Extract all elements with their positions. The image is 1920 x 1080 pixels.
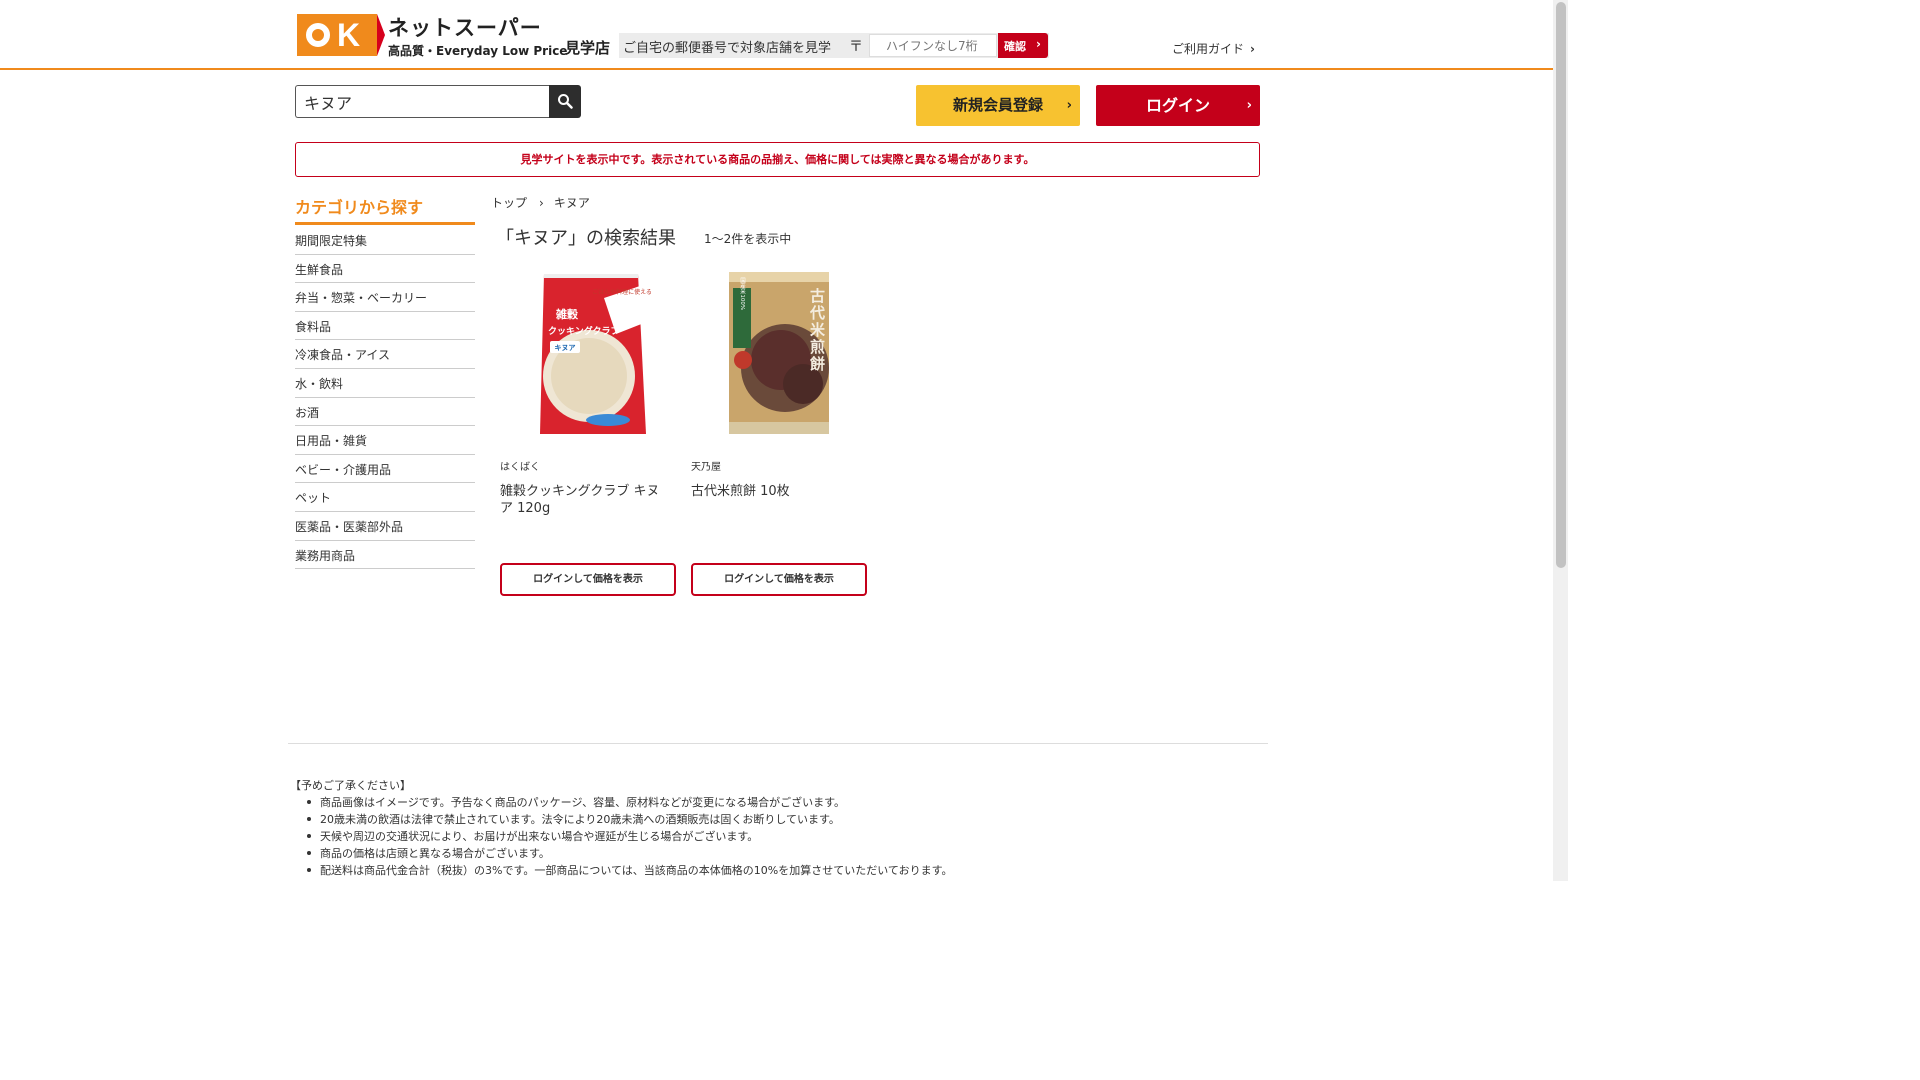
footer-note: 20歳未満の飲酒は法律で禁止されています。法令により20歳未満への酒類販売は固く… (307, 811, 953, 828)
footer-heading: 【予めご了承ください】 (290, 779, 411, 792)
register-button[interactable]: 新規会員登録 › (916, 85, 1080, 126)
footer-note: 商品の価格は店頭と異なる場合がございます。 (307, 845, 953, 862)
scrollbar-thumb[interactable] (1556, 2, 1566, 568)
category-item[interactable]: 期間限定特集 (295, 226, 475, 255)
category-list: 期間限定特集 生鮮食品 弁当・惣菜・ベーカリー 食料品 冷凍食品・アイス 水・飲… (295, 226, 475, 570)
search-input[interactable] (295, 85, 550, 118)
zip-confirm-button[interactable]: 確認 › (998, 33, 1048, 58)
category-item[interactable]: 冷凍食品・アイス (295, 340, 475, 369)
store-label: 見学店 (565, 39, 611, 57)
zip-prompt: ご自宅の郵便番号で対象店舗を見学 (623, 41, 832, 56)
guide-link[interactable]: ご利用ガイド › (1172, 40, 1255, 57)
footer-note: 商品画像はイメージです。予告なく商品のパッケージ、容量、原材料などが変更になる場… (307, 794, 953, 811)
category-item[interactable]: 弁当・惣菜・ベーカリー (295, 283, 475, 312)
category-item[interactable]: 日用品・雑貨 (295, 426, 475, 455)
preview-notice: 見学サイトを表示中です。表示されている商品の品揃え、価格に関しては実際と異なる場… (295, 142, 1260, 177)
package-tagline: ごはんや料理に使える (592, 288, 652, 296)
zip-search-box: ご自宅の郵便番号で対象店舗を見学 〒 確認 › (619, 33, 1049, 58)
category-title: カテゴリから探す (295, 198, 424, 217)
category-item[interactable]: ベビー・介護用品 (295, 455, 475, 484)
category-item[interactable]: 医薬品・医薬部外品 (295, 512, 475, 541)
chevron-right-icon: › (1036, 37, 1041, 51)
footer-divider (288, 743, 1268, 744)
category-item[interactable]: 生鮮食品 (295, 255, 475, 284)
brand-title: ネットスーパー (388, 16, 542, 40)
ok-logo[interactable]: K (297, 14, 377, 56)
search-button[interactable] (549, 85, 581, 118)
package-badge: 国産米100% (739, 278, 746, 310)
product-maker: 天乃屋 (691, 462, 721, 473)
login-button[interactable]: ログイン › (1096, 85, 1260, 126)
chevron-right-icon: › (1066, 98, 1072, 113)
category-item[interactable]: 食料品 (295, 312, 475, 341)
footer-notes: 商品画像はイメージです。予告なく商品のパッケージ、容量、原材料などが変更になる場… (307, 794, 953, 879)
package-title-2: クッキングクラブ (548, 325, 620, 337)
results-title: 「キヌア」の検索結果 (496, 228, 676, 249)
chevron-right-icon: › (1250, 42, 1255, 56)
guide-link-label: ご利用ガイド (1172, 42, 1245, 56)
package-label: キヌア (555, 344, 576, 352)
footer-note: 天候や周辺の交通状況により、お届けが出来ない場合や遅延が生じる場合がございます。 (307, 828, 953, 845)
login-price-button[interactable]: ログインして価格を表示 (500, 563, 676, 596)
chevron-right-icon: › (1246, 98, 1252, 113)
category-item[interactable]: 業務用商品 (295, 541, 475, 570)
category-title-rule (295, 222, 475, 225)
postal-mark-icon: 〒 (849, 39, 863, 55)
page-scrollbar[interactable] (1553, 0, 1568, 881)
ok-logo-o (306, 23, 330, 47)
breadcrumb-home[interactable]: トップ (491, 196, 527, 210)
login-label: ログイン (1145, 96, 1210, 115)
site-header: K ネットスーパー 高品質・Everyday Low Price 見学店 ご自宅… (0, 0, 1553, 70)
ok-logo-k: K (337, 17, 361, 53)
register-label: 新規会員登録 (952, 96, 1043, 114)
product-image[interactable]: ごはんや料理に使える 雑穀 クッキングクラブ キヌア (512, 268, 662, 438)
package-title-1: 雑穀 (555, 307, 579, 321)
brand-subtitle: 高品質・Everyday Low Price (388, 44, 568, 58)
package-title: 古代米煎餅 (808, 287, 826, 373)
category-item[interactable]: 水・飲料 (295, 369, 475, 398)
product-maker: はくばく (500, 462, 540, 473)
breadcrumb-current: キヌア (553, 196, 590, 210)
breadcrumb: トップ › キヌア (491, 194, 590, 211)
breadcrumb-separator: › (539, 196, 544, 210)
search-icon (558, 94, 573, 109)
product-name[interactable]: 古代米煎餅 10枚 (691, 483, 863, 500)
category-item[interactable]: お酒 (295, 398, 475, 427)
product-image[interactable]: 国産米100% 古代米煎餅 (703, 268, 853, 438)
zip-input[interactable] (869, 34, 997, 57)
zip-confirm-label: 確認 (1004, 40, 1026, 53)
login-price-button[interactable]: ログインして価格を表示 (691, 563, 867, 596)
category-item[interactable]: ペット (295, 483, 475, 512)
logo-wedge (377, 14, 385, 56)
footer-note: 配送料は商品代金合計（税抜）の3%です。一部商品については、当該商品の本体価格の… (307, 864, 953, 877)
product-name[interactable]: 雑穀クッキングクラブ キヌア 120g (500, 483, 672, 517)
results-count: 1〜2件を表示中 (704, 232, 792, 246)
